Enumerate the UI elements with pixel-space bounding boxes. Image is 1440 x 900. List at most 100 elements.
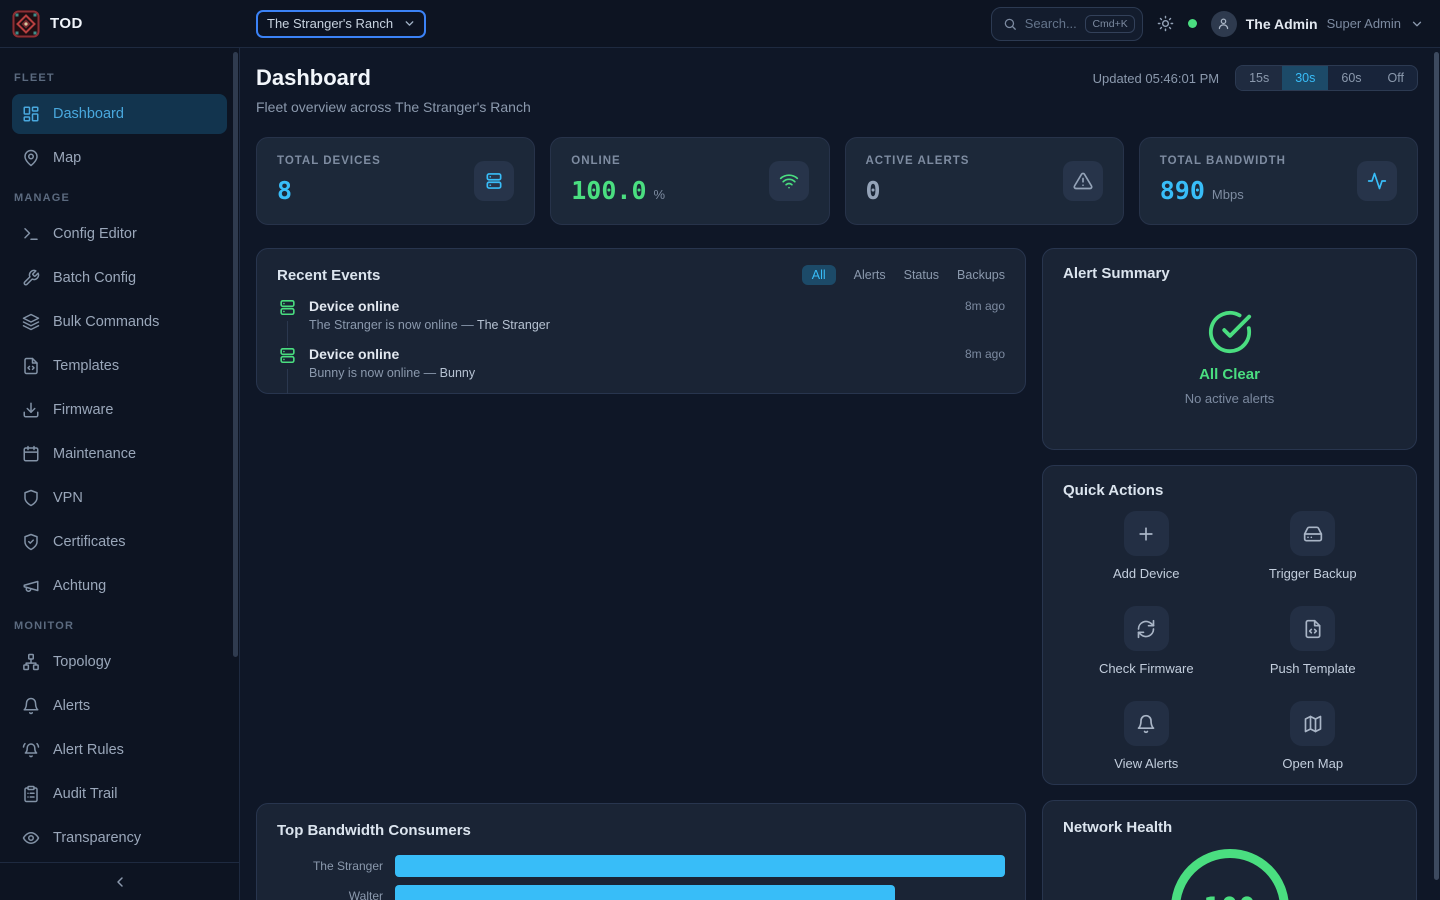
sidebar-item-label: Map [53, 150, 81, 166]
search-input[interactable]: Search... Cmd+K [991, 7, 1143, 41]
sidebar-item-label: Transparency [53, 830, 141, 846]
search-placeholder: Search... [1025, 16, 1078, 31]
terminal-icon [22, 225, 40, 243]
tab-backups[interactable]: Backups [957, 268, 1005, 282]
sidebar-item-label: Templates [53, 358, 119, 374]
shield-check-icon [22, 533, 40, 551]
sidebar-item-firmware[interactable]: Firmware [12, 390, 227, 430]
sidebar-scrollbar[interactable] [233, 52, 238, 657]
sidebar: FLEET Dashboard Map MANAGE Config Editor… [0, 48, 240, 900]
quick-action-add-device[interactable]: Add Device [1063, 511, 1230, 581]
sidebar-item-topology[interactable]: Topology [12, 642, 227, 682]
app-title: TOD [50, 15, 83, 32]
bandwidth-panel-title: Top Bandwidth Consumers [277, 822, 1005, 839]
network-health-panel: Network Health 100 [1042, 800, 1417, 900]
quick-action-check-firmware[interactable]: Check Firmware [1063, 606, 1230, 676]
map-pin-icon [22, 149, 40, 167]
interval-30s-button[interactable]: 30s [1282, 66, 1328, 90]
event-title: Device online [309, 346, 399, 362]
sidebar-collapse-button[interactable] [0, 862, 239, 900]
event-row[interactable]: Device online 8m ago The Stranger is now… [277, 298, 1005, 346]
sidebar-item-map[interactable]: Map [12, 138, 227, 178]
sidebar-item-maintenance[interactable]: Maintenance [12, 434, 227, 474]
server-icon [474, 161, 514, 201]
check-circle-icon [1207, 309, 1253, 355]
interval-60s-button[interactable]: 60s [1328, 66, 1374, 90]
alert-summary-title: Alert Summary [1063, 265, 1396, 282]
sidebar-item-transparency[interactable]: Transparency [12, 818, 227, 858]
sun-icon [1157, 15, 1174, 32]
stat-unit: % [654, 187, 666, 202]
event-tabs: All Alerts Status Backups [802, 265, 1005, 285]
ranch-select[interactable]: The Stranger's Ranch [256, 10, 426, 38]
quick-action-push-template[interactable]: Push Template [1230, 606, 1397, 676]
stat-label: TOTAL DEVICES [277, 155, 381, 167]
bar-label: The Stranger [277, 859, 395, 873]
avatar [1211, 11, 1237, 37]
interval-15s-button[interactable]: 15s [1236, 66, 1282, 90]
bell-icon [22, 697, 40, 715]
search-shortcut-badge: Cmd+K [1085, 15, 1134, 33]
app-logo-icon [12, 10, 40, 38]
page-subtitle: Fleet overview across The Stranger's Ran… [256, 98, 1418, 116]
sidebar-item-dashboard[interactable]: Dashboard [12, 94, 227, 134]
quick-action-trigger-backup[interactable]: Trigger Backup [1230, 511, 1397, 581]
quick-actions-panel: Quick Actions Add Device Trigger Backup … [1042, 465, 1417, 785]
bar-label: Walter [277, 889, 395, 900]
plus-icon [1124, 511, 1169, 556]
sidebar-item-alert-rules[interactable]: Alert Rules [12, 730, 227, 770]
sidebar-item-batch-config[interactable]: Batch Config [12, 258, 227, 298]
connection-status-dot [1188, 19, 1197, 28]
health-score: 100 [1203, 891, 1255, 900]
brand: TOD [0, 10, 240, 38]
chevron-down-icon [1410, 17, 1424, 31]
page-scrollbar[interactable] [1434, 52, 1439, 880]
map-icon [1290, 701, 1335, 746]
clipboard-list-icon [22, 785, 40, 803]
user-menu[interactable]: The Admin Super Admin [1211, 11, 1424, 37]
bandwidth-bar-row: Walter [277, 885, 1005, 900]
megaphone-icon [22, 577, 40, 595]
event-device-name: Bunny [440, 366, 475, 380]
stat-label: ONLINE [571, 155, 665, 167]
file-code-icon [22, 357, 40, 375]
calendar-icon [22, 445, 40, 463]
sidebar-item-bulk-commands[interactable]: Bulk Commands [12, 302, 227, 342]
sidebar-item-config-editor[interactable]: Config Editor [12, 214, 227, 254]
user-name: The Admin [1246, 16, 1318, 32]
network-health-title: Network Health [1063, 819, 1396, 836]
quick-action-label: Trigger Backup [1269, 566, 1357, 581]
wifi-icon [769, 161, 809, 201]
refresh-icon [1124, 606, 1169, 651]
sidebar-item-label: Alert Rules [53, 742, 124, 758]
health-ring: 100 [1171, 849, 1289, 900]
quick-action-view-alerts[interactable]: View Alerts [1063, 701, 1230, 771]
sidebar-item-certificates[interactable]: Certificates [12, 522, 227, 562]
chevron-down-icon [403, 17, 416, 30]
sidebar-section-manage: MANAGE [14, 192, 225, 204]
user-role: Super Admin [1327, 16, 1401, 31]
recent-events-title: Recent Events [277, 267, 380, 284]
sidebar-item-audit-trail[interactable]: Audit Trail [12, 774, 227, 814]
sidebar-item-templates[interactable]: Templates [12, 346, 227, 386]
theme-toggle-button[interactable] [1157, 15, 1174, 32]
event-description: The Stranger is now online — The Strange… [309, 318, 1005, 332]
quick-action-open-map[interactable]: Open Map [1230, 701, 1397, 771]
stat-value: 8 [277, 176, 292, 205]
sidebar-item-vpn[interactable]: VPN [12, 478, 227, 518]
eye-icon [22, 829, 40, 847]
event-row[interactable]: Device online 8m ago Bunny is now online… [277, 346, 1005, 394]
sidebar-item-label: Batch Config [53, 270, 136, 286]
sidebar-item-label: Dashboard [53, 106, 124, 122]
server-icon [278, 298, 297, 317]
page-title: Dashboard [256, 64, 371, 92]
interval-off-button[interactable]: Off [1375, 66, 1417, 90]
bell-icon [1124, 701, 1169, 746]
sidebar-item-achtung[interactable]: Achtung [12, 566, 227, 606]
tab-status[interactable]: Status [904, 268, 939, 282]
tab-alerts[interactable]: Alerts [854, 268, 886, 282]
shield-icon [22, 489, 40, 507]
stats-row: TOTAL DEVICES 8 ONLINE 100.0% ACTIVE ALE… [256, 137, 1418, 225]
tab-all[interactable]: All [802, 265, 836, 285]
sidebar-item-alerts[interactable]: Alerts [12, 686, 227, 726]
